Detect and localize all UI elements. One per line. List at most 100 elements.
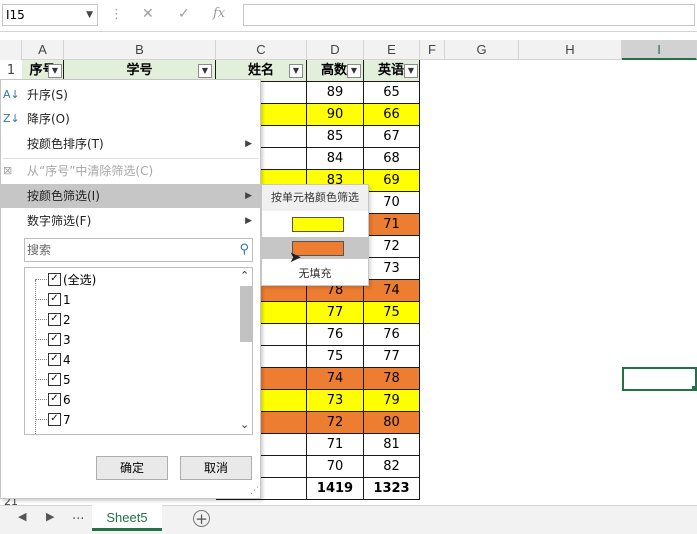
menu-number-filters-label: 数字筛选(F) xyxy=(27,214,92,228)
filter-dropdown-name[interactable]: ▼ xyxy=(289,64,303,78)
checkbox-checked-icon[interactable]: ✓ xyxy=(48,353,61,366)
english-cell[interactable]: 82 xyxy=(364,456,420,478)
chevron-down-icon[interactable]: ▼ xyxy=(86,5,93,25)
checkbox-checked-icon[interactable]: ✓ xyxy=(48,273,61,286)
column-header-c[interactable]: C xyxy=(216,40,307,60)
english-cell[interactable]: 77 xyxy=(364,346,420,368)
english-cell[interactable]: 81 xyxy=(364,434,420,456)
scroll-down-icon[interactable]: ⌄ xyxy=(240,418,249,431)
column-header-f[interactable]: F xyxy=(420,40,445,60)
formula-input[interactable] xyxy=(243,4,695,26)
search-icon[interactable]: ⚲ xyxy=(239,239,249,261)
checkbox-checked-icon[interactable]: ✓ xyxy=(48,373,61,386)
menu-filter-by-color[interactable]: 按颜色筛选(I) ▶ xyxy=(1,184,260,208)
color-option-orange[interactable] xyxy=(262,237,368,259)
english-cell[interactable]: 75 xyxy=(364,302,420,324)
english-cell[interactable]: 72 xyxy=(364,236,420,258)
math-cell[interactable]: 85 xyxy=(307,126,364,148)
more-sheets-button[interactable]: ... xyxy=(72,508,84,523)
select-all-corner[interactable] xyxy=(0,40,22,60)
no-fill-option[interactable]: 无填充 xyxy=(262,265,368,281)
filter-list-item[interactable]: ✓ (全选) xyxy=(25,270,235,290)
column-header-g[interactable]: G xyxy=(445,40,519,60)
math-cell[interactable]: 77 xyxy=(307,302,364,324)
column-header-a[interactable]: A xyxy=(22,40,64,60)
enter-icon[interactable]: ✓ xyxy=(178,6,190,22)
math-cell[interactable]: 90 xyxy=(307,104,364,126)
menu-sort-descending[interactable]: Z↓ 降序(O) xyxy=(1,107,260,131)
filter-list-item[interactable]: ✓ 4 xyxy=(25,350,235,370)
filter-list-item[interactable]: ✓ 3 xyxy=(25,330,235,350)
ok-button[interactable]: 确定 xyxy=(96,456,168,480)
fill-handle[interactable] xyxy=(692,386,697,391)
english-cell[interactable]: 74 xyxy=(364,280,420,302)
english-cell[interactable]: 78 xyxy=(364,368,420,390)
scrollbar-thumb[interactable] xyxy=(240,286,252,342)
column-header-b[interactable]: B xyxy=(64,40,216,60)
menu-clear-filter[interactable]: ⊠ 从“序号”中清除筛选(C) xyxy=(1,159,260,183)
cancel-icon[interactable]: ✕ xyxy=(142,6,154,22)
checkbox-checked-icon[interactable]: ✓ xyxy=(48,313,61,326)
total-english-cell[interactable]: 1323 xyxy=(364,478,420,500)
filter-dropdown-english[interactable]: ▼ xyxy=(404,64,418,78)
math-cell[interactable]: 75 xyxy=(307,346,364,368)
filter-list-item[interactable]: ✓ 2 xyxy=(25,310,235,330)
english-cell[interactable]: 66 xyxy=(364,104,420,126)
english-cell[interactable]: 65 xyxy=(364,82,420,104)
filter-list-item[interactable]: ✓ 7 xyxy=(25,410,235,430)
sort-descending-icon: Z↓ xyxy=(3,112,20,125)
tree-connector xyxy=(35,319,47,320)
english-cell[interactable]: 76 xyxy=(364,324,420,346)
english-cell[interactable]: 79 xyxy=(364,390,420,412)
english-cell[interactable]: 67 xyxy=(364,126,420,148)
header-student-id-label: 学号 xyxy=(126,63,153,78)
english-cell[interactable]: 73 xyxy=(364,258,420,280)
english-cell[interactable]: 68 xyxy=(364,148,420,170)
english-cell[interactable]: 80 xyxy=(364,412,420,434)
header-math-label: 高数 xyxy=(321,63,348,78)
filter-dropdown-seq[interactable]: ▼ xyxy=(48,64,62,78)
math-cell[interactable]: 72 xyxy=(307,412,364,434)
sheet-tab-sheet5[interactable]: Sheet5 xyxy=(92,505,162,531)
math-cell[interactable]: 74 xyxy=(307,368,364,390)
filter-list-item[interactable]: ✓ 1 xyxy=(25,290,235,310)
filter-search-input[interactable]: 搜索 ⚲ xyxy=(24,238,253,262)
column-header-i[interactable]: I xyxy=(622,40,697,60)
english-cell[interactable]: 69 xyxy=(364,170,420,192)
color-option-yellow[interactable] xyxy=(262,213,368,235)
filter-dropdown-math[interactable]: ▼ xyxy=(347,64,361,78)
chevron-right-icon: ▶ xyxy=(245,139,252,149)
column-header-h[interactable]: H xyxy=(519,40,622,60)
scroll-tabs-left-icon[interactable]: ◀ xyxy=(18,510,26,523)
math-cell[interactable]: 76 xyxy=(307,324,364,346)
name-box[interactable]: I15 ▼ xyxy=(2,4,98,26)
math-cell[interactable]: 71 xyxy=(307,434,364,456)
menu-sort-by-color[interactable]: 按颜色排序(T) ▶ xyxy=(1,132,260,156)
menu-sort-ascending[interactable]: A↓ 升序(S) xyxy=(1,83,260,107)
math-cell[interactable]: 89 xyxy=(307,82,364,104)
column-header-e[interactable]: E xyxy=(364,40,420,60)
english-cell[interactable]: 70 xyxy=(364,192,420,214)
filter-list-item[interactable]: ✓ 5 xyxy=(25,370,235,390)
filter-dropdown-student-id[interactable]: ▼ xyxy=(198,64,212,78)
insert-function-icon[interactable]: fx xyxy=(213,6,225,21)
add-sheet-button[interactable]: + xyxy=(193,510,210,527)
math-cell[interactable]: 84 xyxy=(307,148,364,170)
cancel-button[interactable]: 取消 xyxy=(180,456,252,480)
checkbox-checked-icon[interactable]: ✓ xyxy=(48,293,61,306)
selected-cell-i15[interactable] xyxy=(622,367,697,391)
checkbox-checked-icon[interactable]: ✓ xyxy=(48,333,61,346)
filter-list-item[interactable]: ✓ 6 xyxy=(25,390,235,410)
math-cell[interactable]: 73 xyxy=(307,390,364,412)
scroll-up-icon[interactable]: ⌃ xyxy=(240,269,249,282)
checkbox-checked-icon[interactable]: ✓ xyxy=(48,413,61,426)
resize-grip-icon[interactable]: ⋰ xyxy=(250,486,259,496)
total-math-cell[interactable]: 1419 xyxy=(307,478,364,500)
checkbox-checked-icon[interactable]: ✓ xyxy=(48,393,61,406)
list-scrollbar[interactable]: ⌃ ⌄ xyxy=(238,268,252,434)
english-cell[interactable]: 71 xyxy=(364,214,420,236)
menu-number-filters[interactable]: 数字筛选(F) ▶ xyxy=(1,209,260,233)
math-cell[interactable]: 70 xyxy=(307,456,364,478)
scroll-tabs-right-icon[interactable]: ▶ xyxy=(46,510,54,523)
column-header-d[interactable]: D xyxy=(307,40,364,60)
